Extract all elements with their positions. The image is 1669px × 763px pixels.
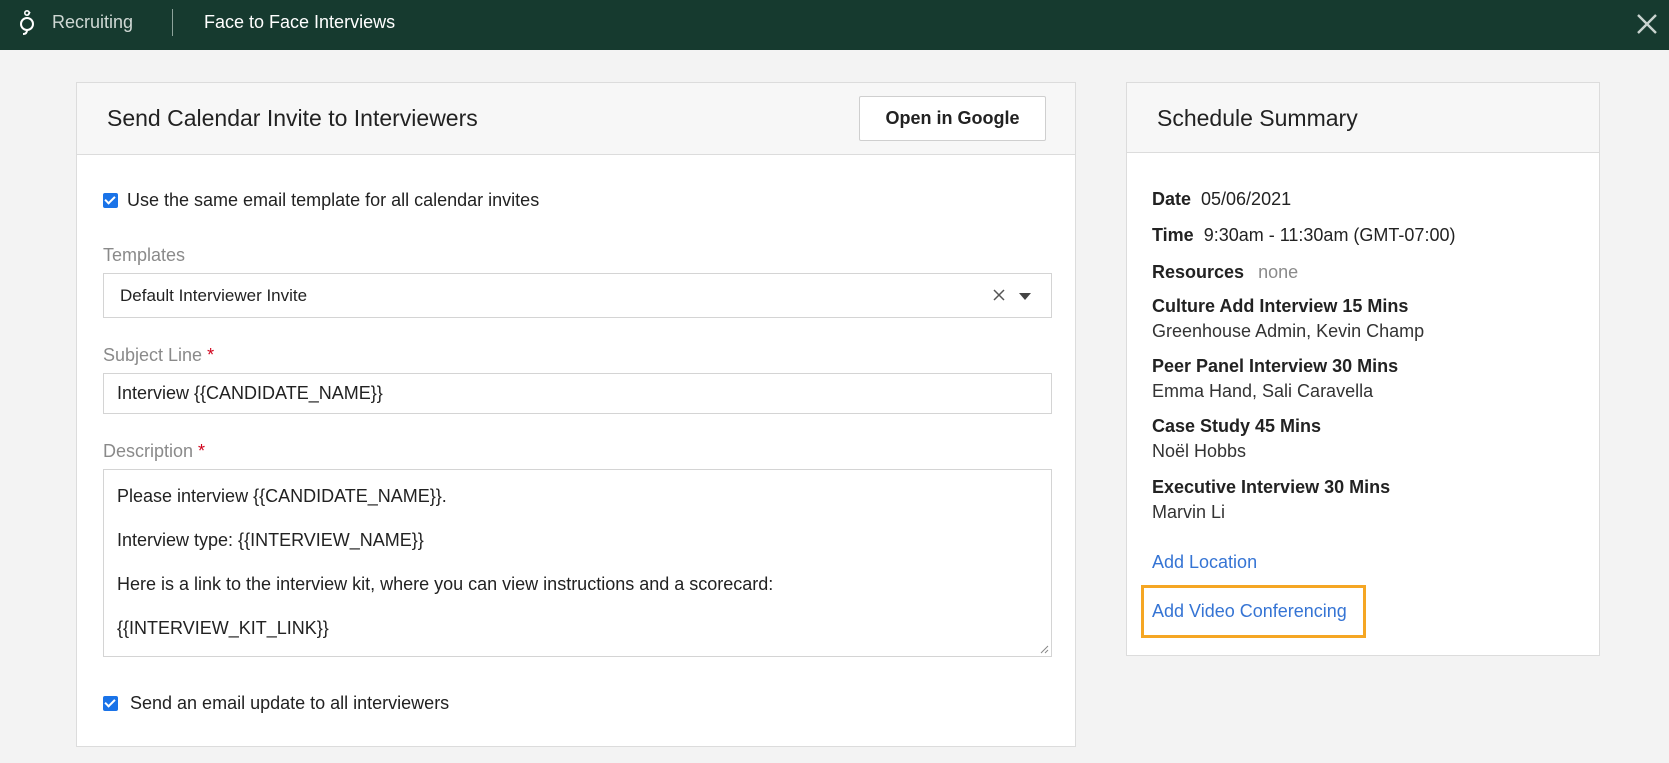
date-row: Date 05/06/2021	[1152, 189, 1291, 210]
required-mark: *	[207, 345, 215, 365]
interview-item: Executive Interview 30 Mins Marvin Li	[1152, 477, 1390, 523]
subject-label-text: Subject Line	[103, 345, 203, 365]
interview-item: Case Study 45 Mins Noël Hobbs	[1152, 416, 1321, 462]
send-update-row[interactable]: Send an email update to all interviewers	[103, 693, 449, 714]
interview-item: Culture Add Interview 15 Mins Greenhouse…	[1152, 296, 1424, 342]
calendar-invite-card-header: Send Calendar Invite to Interviewers Ope…	[77, 83, 1075, 155]
close-icon[interactable]	[1634, 11, 1660, 37]
send-update-checkbox[interactable]	[103, 696, 118, 711]
page-title: Face to Face Interviews	[204, 12, 396, 32]
card-title: Send Calendar Invite to Interviewers	[107, 105, 478, 131]
description-label: Description *	[103, 441, 205, 462]
resize-handle-icon[interactable]	[1039, 644, 1049, 654]
top-bar: Recruiting Face to Face Interviews	[0, 0, 1669, 50]
interview-people: Greenhouse Admin, Kevin Champ	[1152, 321, 1425, 341]
app-name[interactable]: Recruiting	[52, 12, 133, 33]
resources-label: Resources	[1152, 262, 1245, 282]
resources-row: Resources none	[1152, 262, 1298, 283]
templates-label: Templates	[103, 245, 186, 265]
interview-people: Marvin Li	[1152, 502, 1226, 522]
interview-item: Peer Panel Interview 30 Mins Emma Hand, …	[1152, 356, 1398, 402]
greenhouse-logo-icon[interactable]	[18, 8, 36, 36]
interview-name: Culture Add Interview 15 Mins	[1152, 296, 1409, 316]
description-line: Interview type: {{INTERVIEW_NAME}}	[117, 530, 424, 550]
templates-select[interactable]: Default Interviewer Invite	[103, 273, 1052, 318]
date-label: Date	[1152, 189, 1192, 209]
interview-people: Emma Hand, Sali Caravella	[1152, 381, 1374, 401]
header-divider	[172, 9, 173, 36]
open-in-google-button[interactable]: Open in Google	[859, 96, 1046, 141]
templates-selected-value[interactable]: Default Interviewer Invite	[120, 286, 307, 306]
add-location-link[interactable]: Add Location	[1152, 552, 1257, 573]
card-title: Schedule Summary	[1157, 105, 1358, 131]
chevron-down-icon[interactable]	[1019, 293, 1031, 300]
send-update-label[interactable]: Send an email update to all interviewers	[130, 693, 449, 714]
required-mark: *	[198, 441, 206, 461]
schedule-summary-card: Schedule Summary Date 05/06/2021 Time 9:30…	[1126, 82, 1600, 656]
time-label: Time	[1152, 225, 1194, 245]
schedule-summary-header: Schedule Summary	[1127, 83, 1599, 153]
description-textarea[interactable]: Please interview {{CANDIDATE_NAME}}. Int…	[103, 469, 1052, 657]
same-template-label[interactable]: Use the same email template for all cale…	[127, 190, 539, 211]
description-label-text: Description	[103, 441, 194, 461]
time-value: 9:30am - 11:30am (GMT-07:00)	[1203, 225, 1456, 245]
date-value: 05/06/2021	[1201, 189, 1292, 209]
subject-input[interactable]	[103, 373, 1052, 414]
description-line: {{INTERVIEW_KIT_LINK}}	[117, 618, 329, 638]
same-template-checkbox[interactable]	[103, 193, 118, 208]
calendar-invite-card: Send Calendar Invite to Interviewers Ope…	[76, 82, 1076, 747]
subject-label: Subject Line *	[103, 345, 214, 366]
resources-value: none	[1258, 262, 1299, 282]
interview-people: Noël Hobbs	[1152, 441, 1247, 461]
same-template-row[interactable]: Use the same email template for all cale…	[103, 190, 539, 211]
add-video-conferencing-link[interactable]: Add Video Conferencing	[1152, 601, 1347, 622]
interview-name: Case Study 45 Mins	[1152, 416, 1322, 436]
interview-name: Executive Interview 30 Mins	[1152, 477, 1391, 497]
interview-name: Peer Panel Interview 30 Mins	[1152, 356, 1399, 376]
clear-icon[interactable]	[991, 287, 1007, 303]
description-line: Here is a link to the interview kit, whe…	[117, 574, 774, 594]
time-row: Time 9:30am - 11:30am (GMT-07:00)	[1152, 225, 1455, 246]
description-line: Please interview {{CANDIDATE_NAME}}.	[117, 486, 447, 506]
